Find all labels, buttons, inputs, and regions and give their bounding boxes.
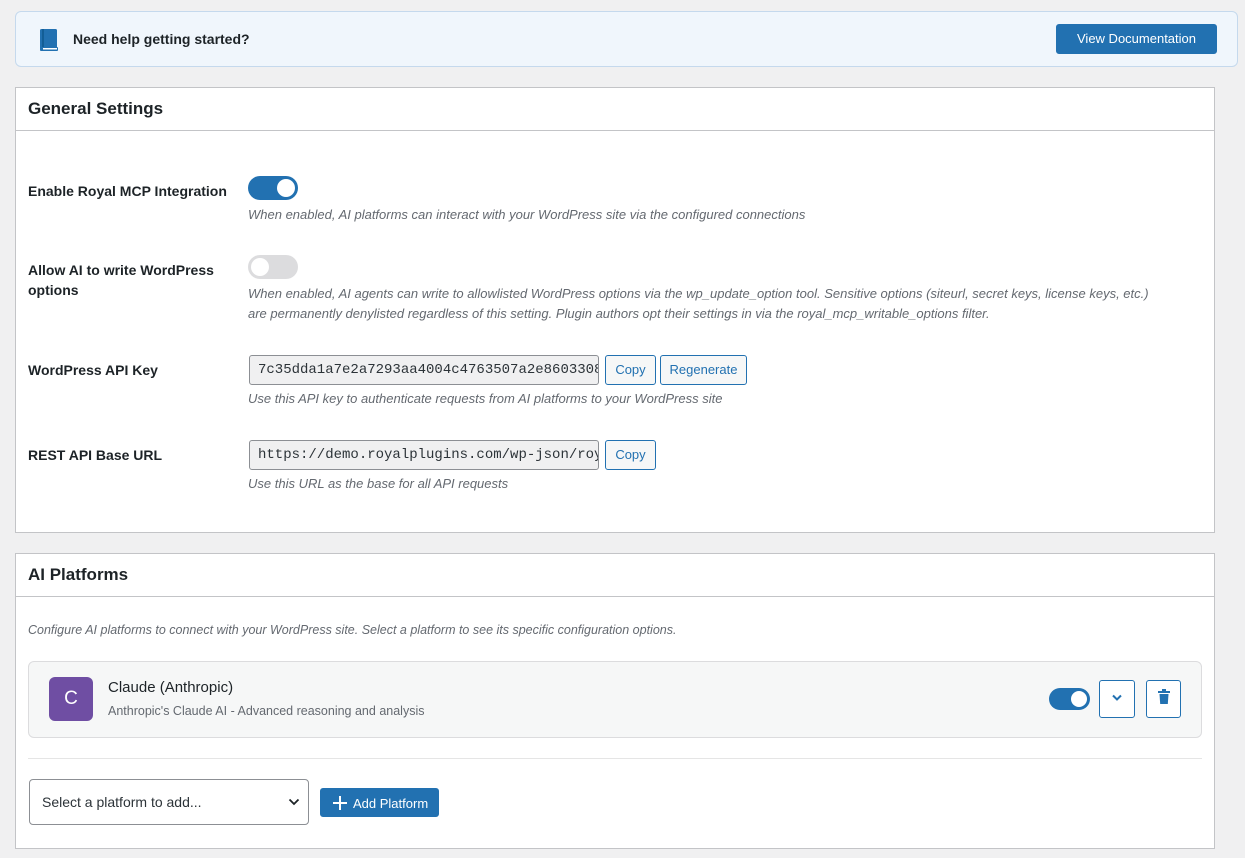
toggle-knob — [1071, 691, 1087, 707]
toggle-knob — [277, 179, 295, 197]
copy-api-key-button[interactable]: Copy — [605, 355, 656, 385]
chevron-down-icon — [1112, 694, 1122, 701]
write-options-label-line2: options — [28, 282, 79, 298]
rest-url-label: REST API Base URL — [28, 447, 163, 463]
ai-platforms-title: AI Platforms — [16, 554, 1214, 597]
platform-name: Claude (Anthropic) — [108, 679, 234, 696]
regenerate-api-key-button[interactable]: Regenerate — [660, 355, 747, 385]
ai-platforms-panel: AI Platforms Configure AI platforms to c… — [15, 553, 1215, 849]
help-banner: Need help getting started? View Document… — [15, 11, 1238, 67]
enable-integration-toggle[interactable] — [248, 176, 298, 200]
write-options-description-line1: When enabled, AI agents can write to all… — [248, 286, 1149, 301]
enable-integration-label: Enable Royal MCP Integration — [28, 183, 227, 199]
delete-platform-button[interactable] — [1146, 680, 1181, 718]
ai-platforms-intro: Configure AI platforms to connect with y… — [28, 623, 677, 637]
divider — [28, 758, 1202, 759]
platform-avatar: C — [49, 677, 93, 721]
enable-integration-description: When enabled, AI platforms can interact … — [248, 207, 806, 222]
api-key-field[interactable]: 7c35dda1a7e2a7293aa4004c4763507a2e860330… — [249, 355, 599, 385]
write-options-label-line1: Allow AI to write WordPress — [28, 262, 214, 278]
expand-platform-button[interactable] — [1099, 680, 1135, 718]
rest-url-field[interactable]: https://demo.royalplugins.com/wp-json/ro… — [249, 440, 599, 470]
rest-url-row: REST API Base URL https://demo.royalplug… — [28, 440, 1198, 495]
write-options-toggle[interactable] — [248, 255, 298, 279]
enable-integration-row: Enable Royal MCP Integration When enable… — [28, 176, 1198, 226]
platform-card-claude: C Claude (Anthropic) Anthropic's Claude … — [28, 661, 1202, 738]
platform-select[interactable]: Select a platform to add... — [29, 779, 309, 825]
general-settings-panel: General Settings Enable Royal MCP Integr… — [15, 87, 1215, 533]
trash-icon — [1158, 689, 1170, 704]
add-platform-label: Add Platform — [353, 796, 429, 811]
write-options-label: Allow AI to write WordPress options — [28, 260, 228, 300]
platform-enable-toggle[interactable] — [1049, 688, 1090, 710]
api-key-label: WordPress API Key — [28, 362, 158, 378]
write-options-row: Allow AI to write WordPress options When… — [28, 255, 1198, 325]
platform-select-value: Select a platform to add... — [42, 794, 202, 810]
rest-url-description: Use this URL as the base for all API req… — [248, 476, 509, 491]
api-key-description: Use this API key to authenticate request… — [248, 391, 723, 406]
write-options-description-line2: are permanently denylisted regardless of… — [248, 306, 990, 321]
copy-rest-url-button[interactable]: Copy — [605, 440, 656, 470]
toggle-knob — [251, 258, 269, 276]
platform-description: Anthropic's Claude AI - Advanced reasoni… — [108, 704, 425, 718]
plus-icon — [333, 796, 347, 810]
book-icon — [40, 29, 58, 51]
chevron-down-icon — [288, 798, 300, 806]
add-platform-button[interactable]: Add Platform — [320, 788, 439, 817]
view-documentation-button[interactable]: View Documentation — [1056, 24, 1217, 54]
general-settings-title: General Settings — [16, 88, 1214, 131]
api-key-row: WordPress API Key 7c35dda1a7e2a7293aa400… — [28, 355, 1198, 410]
help-title: Need help getting started? — [73, 31, 250, 47]
